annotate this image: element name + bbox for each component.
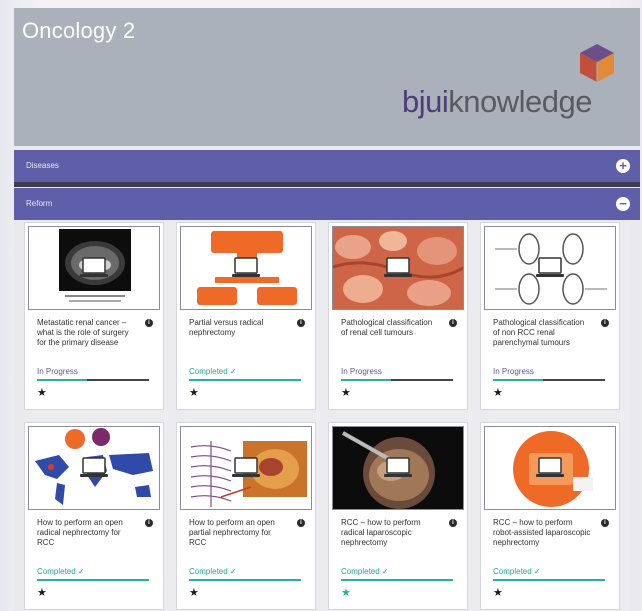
status-label: In Progress [341,367,382,376]
card-title: RCC – how to perform robot-assisted lapa… [493,518,591,547]
info-icon[interactable]: i [449,319,457,327]
progress-bar [189,379,301,381]
progress-bar [493,379,605,381]
course-grid: Metastatic renal cancer – what is the ro… [24,222,630,611]
progress-bar [341,379,453,381]
card-title: How to perform an open radical nephrecto… [37,518,123,547]
laptop-icon [80,457,108,477]
card-title: Partial versus radical nephrectomy [189,318,264,337]
status-label: In Progress [37,367,78,376]
course-title: Oncology 2 [22,18,136,43]
card-title: Pathological classification of renal cel… [341,318,433,337]
ct-scan-icon [28,226,160,310]
progress-bar [37,579,149,581]
anatomy-icon [180,426,312,510]
course-card[interactable]: RCC – how to perform robot-assisted lapa… [480,422,620,610]
laptop-icon [232,457,260,477]
section-header-diseases[interactable]: Diseases + [14,150,640,182]
info-icon[interactable]: i [449,519,457,527]
progress-bar [493,579,605,581]
card-title: Pathological classification of non RCC r… [493,318,585,347]
status-label: Completed ✓ [189,367,237,376]
kidney-diagram-icon [484,226,616,310]
card-title: Metastatic renal cancer – what is the ro… [37,318,129,347]
course-banner: Oncology 2 bjuiknowledge [14,8,640,146]
status-label: Completed ✓ [341,567,389,576]
card-title: RCC – how to perform radical laparoscopi… [341,518,421,547]
flowchart-icon [180,226,312,310]
section-label: Reform [26,199,53,208]
laptop-icon [536,257,564,277]
progress-bar [341,579,453,581]
course-card[interactable]: How to perform an open radical nephrecto… [24,422,164,610]
status-label: Completed ✓ [189,567,237,576]
star-icon[interactable]: ★ [37,386,47,399]
info-icon[interactable]: i [297,319,305,327]
progress-bar [37,379,149,381]
course-card[interactable]: Pathological classification of non RCC r… [480,222,620,410]
star-icon[interactable]: ★ [341,386,351,399]
info-icon[interactable]: i [145,319,153,327]
laptop-icon [384,257,412,277]
info-icon[interactable]: i [145,519,153,527]
laparoscopy-icon [332,426,464,510]
star-icon[interactable]: ★ [493,586,503,599]
course-page: Oncology 2 bjuiknowledge Diseases + Refo… [14,8,640,611]
section-header-reform[interactable]: Reform − [14,188,640,220]
status-label: Completed ✓ [493,567,541,576]
status-label: In Progress [493,367,534,376]
progress-bar [189,579,301,581]
status-label: Completed ✓ [37,567,85,576]
info-icon[interactable]: i [601,519,609,527]
laptop-icon [80,257,108,277]
card-title: How to perform an open partial nephrecto… [189,518,275,547]
course-card[interactable]: Metastatic renal cancer – what is the ro… [24,222,164,410]
laptop-icon [232,257,260,277]
robot-icon [484,426,616,510]
expand-icon[interactable]: + [616,159,630,173]
star-icon[interactable]: ★ [493,386,503,399]
histology-icon [332,226,464,310]
logo-wordmark: bjuiknowledge [402,84,592,119]
world-map-icon [28,426,160,510]
collapse-icon[interactable]: − [616,197,630,211]
bjuiknowledge-logo: bjuiknowledge [394,44,624,134]
cube-logo-icon [580,44,614,82]
info-icon[interactable]: i [297,519,305,527]
laptop-icon [536,457,564,477]
course-card[interactable]: Pathological classification of renal cel… [328,222,468,410]
star-icon[interactable]: ★ [189,386,199,399]
star-icon[interactable]: ★ [189,586,199,599]
course-card[interactable]: RCC – how to perform radical laparoscopi… [328,422,468,610]
star-icon[interactable]: ★ [37,586,47,599]
section-label: Diseases [26,161,59,170]
laptop-icon [384,457,412,477]
section-divider [14,182,640,187]
course-card[interactable]: How to perform an open partial nephrecto… [176,422,316,610]
info-icon[interactable]: i [601,319,609,327]
course-card[interactable]: Partial versus radical nephrectomy i Com… [176,222,316,410]
star-icon[interactable]: ★ [341,586,351,599]
